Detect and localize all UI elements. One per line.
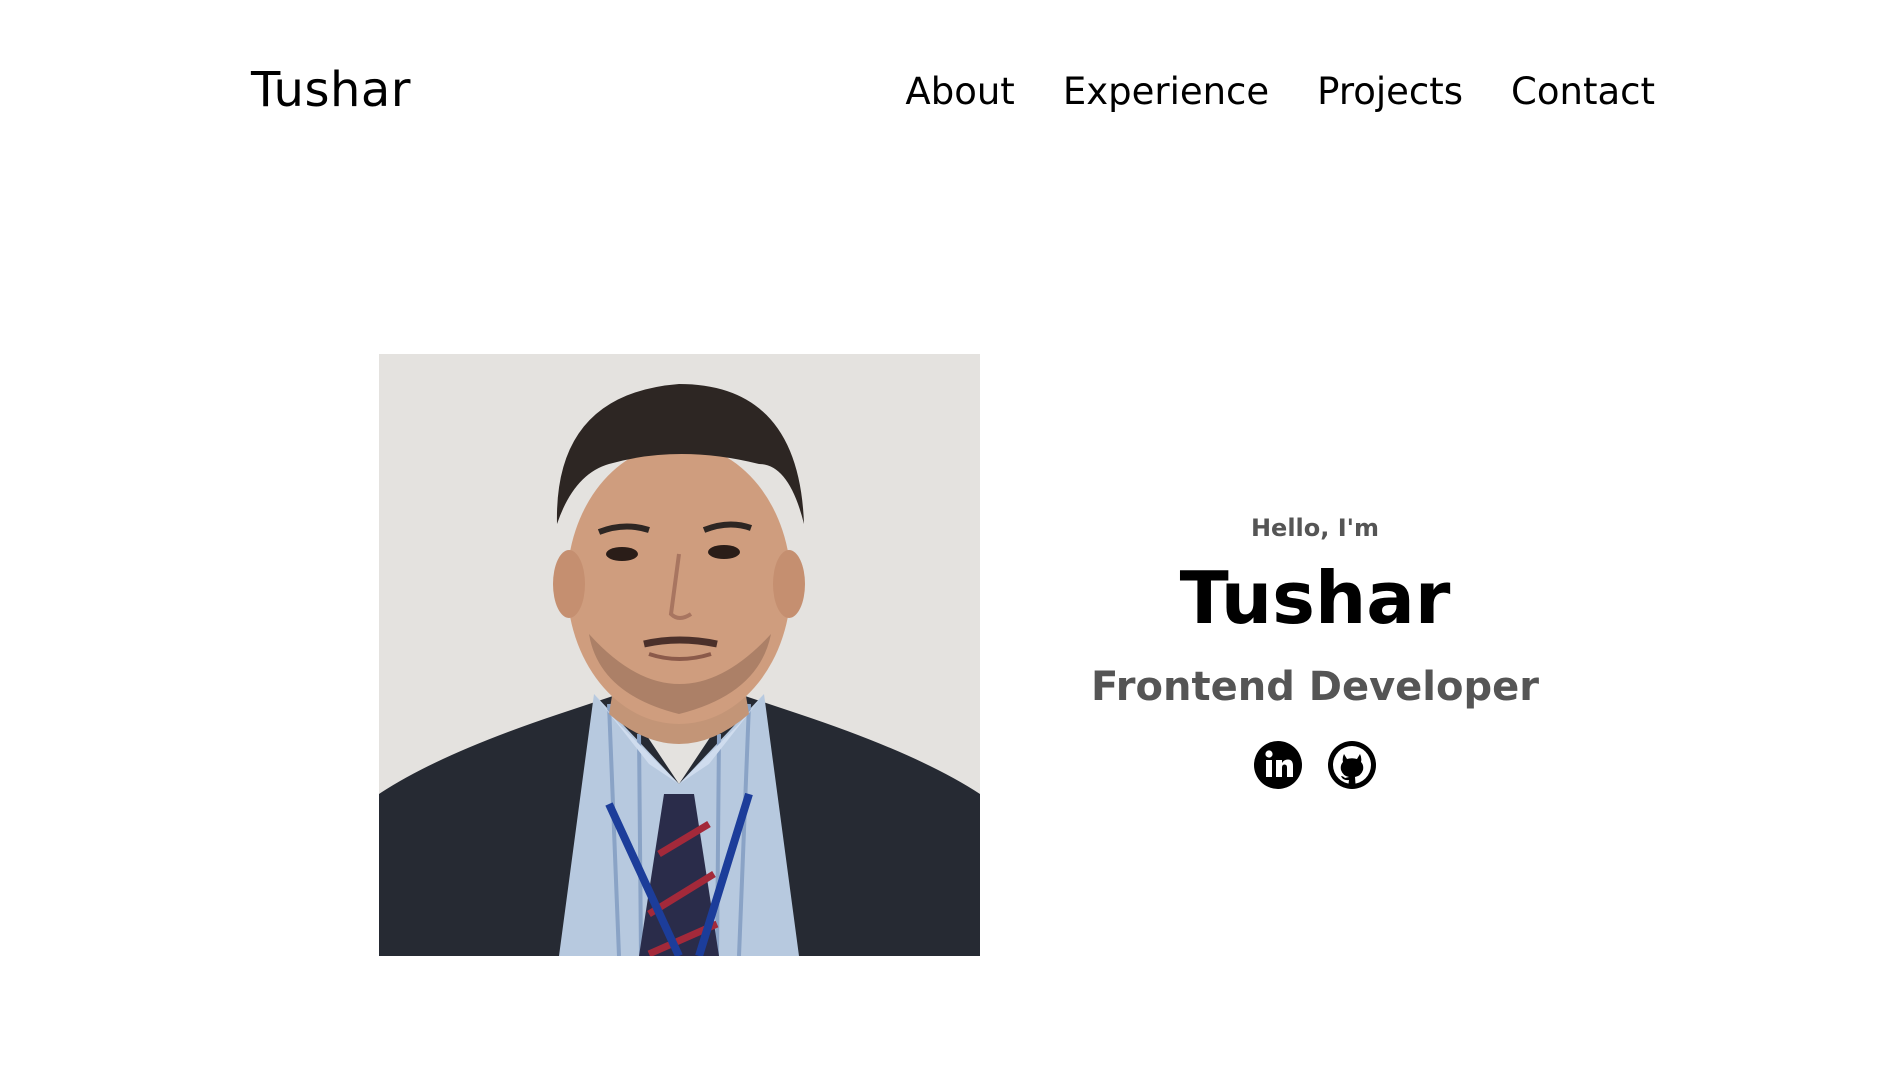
- nav-link-about[interactable]: About: [905, 70, 1014, 113]
- nav-item-contact: Contact: [1511, 70, 1655, 113]
- nav-item-about: About: [905, 70, 1014, 113]
- top-navbar: Tushar About Experience Projects Contact: [0, 0, 1885, 186]
- portfolio-page: Tushar About Experience Projects Contact: [0, 0, 1885, 1078]
- nav-item-projects: Projects: [1317, 70, 1463, 113]
- nav-link-contact[interactable]: Contact: [1511, 70, 1655, 113]
- profile-name: Tushar: [1179, 556, 1451, 640]
- nav-link-projects[interactable]: Projects: [1317, 70, 1463, 113]
- nav-link-experience[interactable]: Experience: [1063, 70, 1269, 113]
- site-logo[interactable]: Tushar: [251, 62, 411, 118]
- social-links: [1090, 740, 1540, 790]
- profile-photo: [379, 354, 980, 956]
- github-icon[interactable]: [1327, 740, 1377, 790]
- profile-role: Frontend Developer: [1091, 664, 1539, 710]
- nav-item-experience: Experience: [1063, 70, 1269, 113]
- nav-links: About Experience Projects Contact: [905, 70, 1655, 113]
- greeting-text: Hello, I'm: [1250, 514, 1380, 542]
- profile-section: Hello, I'm Tushar Frontend Developer: [0, 354, 1885, 956]
- intro-block: Hello, I'm Tushar Frontend Developer: [1090, 514, 1540, 790]
- linkedin-icon[interactable]: [1253, 740, 1303, 790]
